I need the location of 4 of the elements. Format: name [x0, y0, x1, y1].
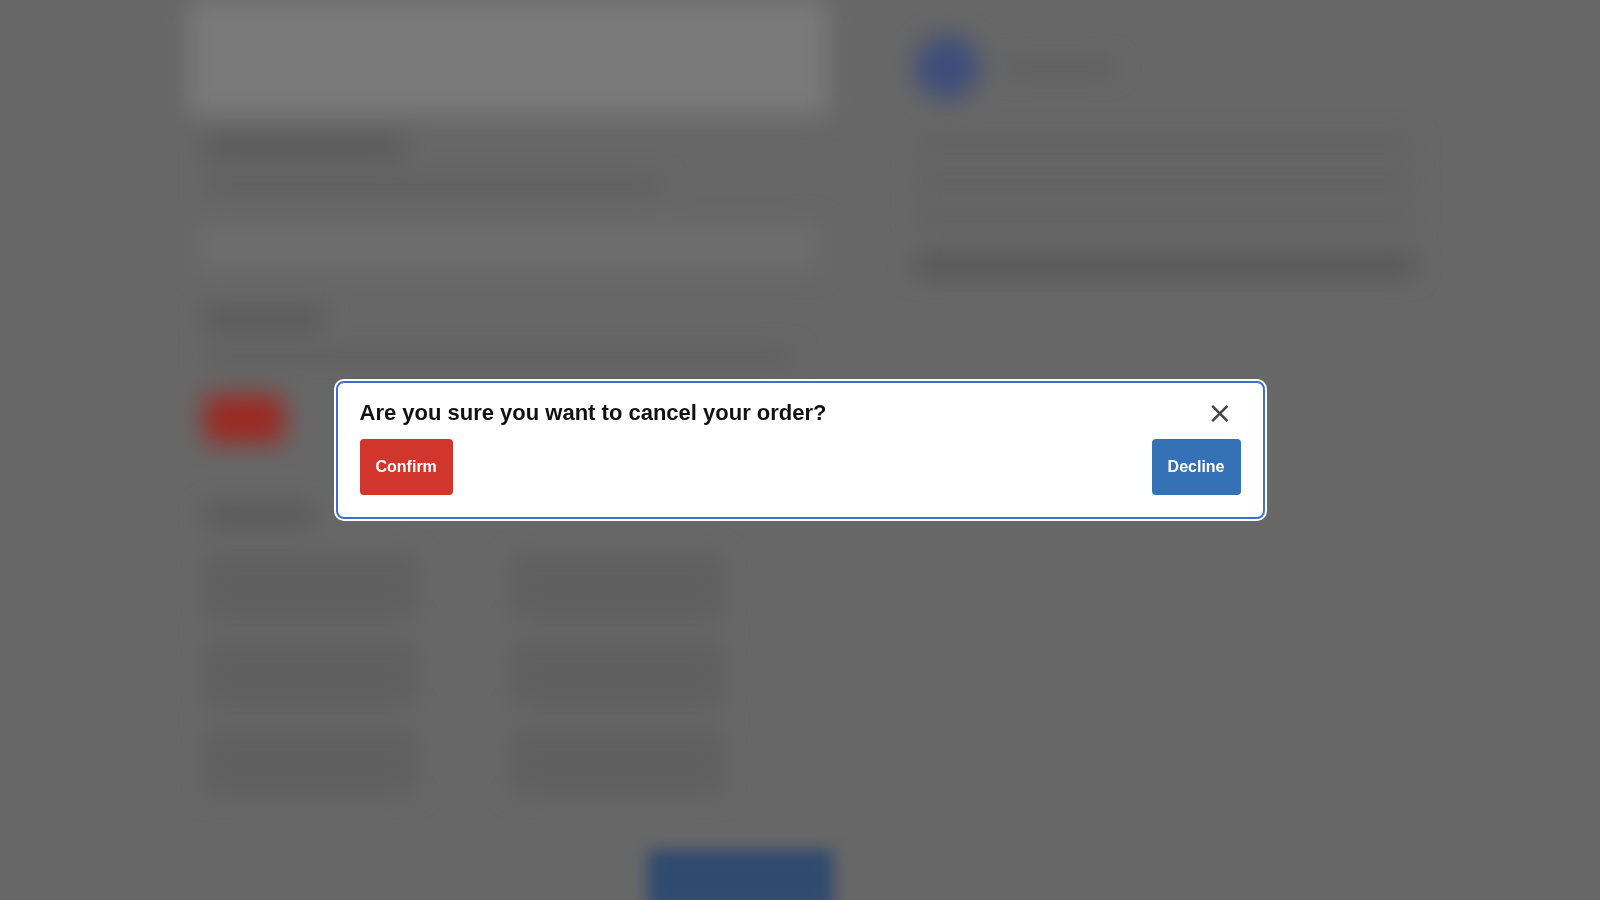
close-button[interactable]: ×: [1199, 398, 1241, 428]
dialog-title: Are you sure you want to cancel your order?: [359, 399, 827, 427]
decline-button[interactable]: Decline: [1151, 439, 1241, 495]
confirm-button[interactable]: Confirm: [359, 439, 453, 495]
